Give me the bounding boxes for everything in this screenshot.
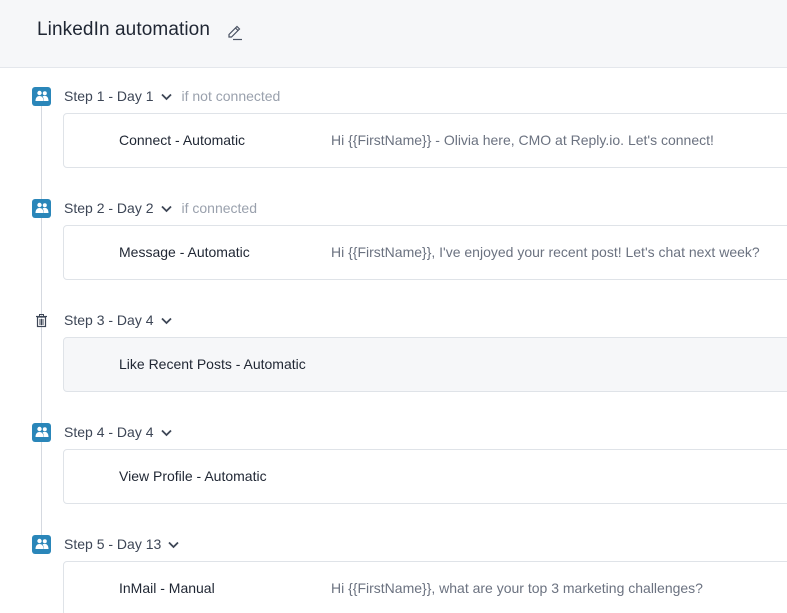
step-condition: if connected bbox=[181, 200, 258, 216]
step-condition: if not connected bbox=[181, 88, 281, 104]
step-action: Connect - Automatic bbox=[119, 132, 246, 148]
step-action: Message - Automatic bbox=[119, 244, 250, 260]
step-header-5: Step 5 - Day 13 bbox=[32, 534, 432, 554]
step-message: Hi {{FirstName}}, what are your top 3 ma… bbox=[331, 580, 703, 596]
chevron-down-icon[interactable] bbox=[160, 314, 173, 327]
step-action: InMail - Manual bbox=[119, 580, 215, 596]
sequence-page: LinkedIn automation Step 1 - Day 1 if no… bbox=[0, 0, 787, 613]
step-header-2: Step 2 - Day 2 if connected bbox=[32, 198, 432, 218]
linkedin-people-icon bbox=[32, 422, 51, 442]
step-header-1: Step 1 - Day 1 if not connected bbox=[32, 86, 432, 106]
step-message: Hi {{FirstName}} - Olivia here, CMO at R… bbox=[331, 132, 714, 148]
step-message: Hi {{FirstName}}, I've enjoyed your rece… bbox=[331, 244, 760, 260]
step-label[interactable]: Step 5 - Day 13 bbox=[64, 536, 161, 552]
page-title: LinkedIn automation bbox=[37, 19, 211, 40]
chevron-down-icon[interactable] bbox=[160, 90, 173, 103]
chevron-down-icon[interactable] bbox=[160, 202, 173, 215]
chevron-down-icon[interactable] bbox=[167, 538, 180, 551]
step-action: View Profile - Automatic bbox=[119, 468, 267, 484]
trash-icon[interactable] bbox=[32, 311, 51, 330]
page-header: LinkedIn automation bbox=[0, 0, 787, 68]
step-action: Like Recent Posts - Automatic bbox=[119, 356, 306, 372]
step-label[interactable]: Step 3 - Day 4 bbox=[64, 312, 154, 328]
step-card-5[interactable]: InMail - Manual Hi {{FirstName}}, what a… bbox=[63, 561, 787, 613]
linkedin-people-icon bbox=[32, 534, 51, 554]
step-header-4: Step 4 - Day 4 bbox=[32, 422, 432, 442]
step-card-2[interactable]: Message - Automatic Hi {{FirstName}}, I'… bbox=[63, 225, 787, 280]
step-label[interactable]: Step 2 - Day 2 bbox=[64, 200, 154, 216]
step-header-3: Step 3 - Day 4 bbox=[32, 310, 432, 330]
pencil-icon[interactable] bbox=[226, 24, 243, 41]
chevron-down-icon[interactable] bbox=[160, 426, 173, 439]
step-label[interactable]: Step 4 - Day 4 bbox=[64, 424, 154, 440]
step-card-3[interactable]: Like Recent Posts - Automatic bbox=[63, 337, 787, 392]
linkedin-people-icon bbox=[32, 198, 51, 218]
linkedin-people-icon bbox=[32, 86, 51, 106]
step-label[interactable]: Step 1 - Day 1 bbox=[64, 88, 154, 104]
step-card-4[interactable]: View Profile - Automatic bbox=[63, 449, 787, 504]
step-card-1[interactable]: Connect - Automatic Hi {{FirstName}} - O… bbox=[63, 113, 787, 168]
